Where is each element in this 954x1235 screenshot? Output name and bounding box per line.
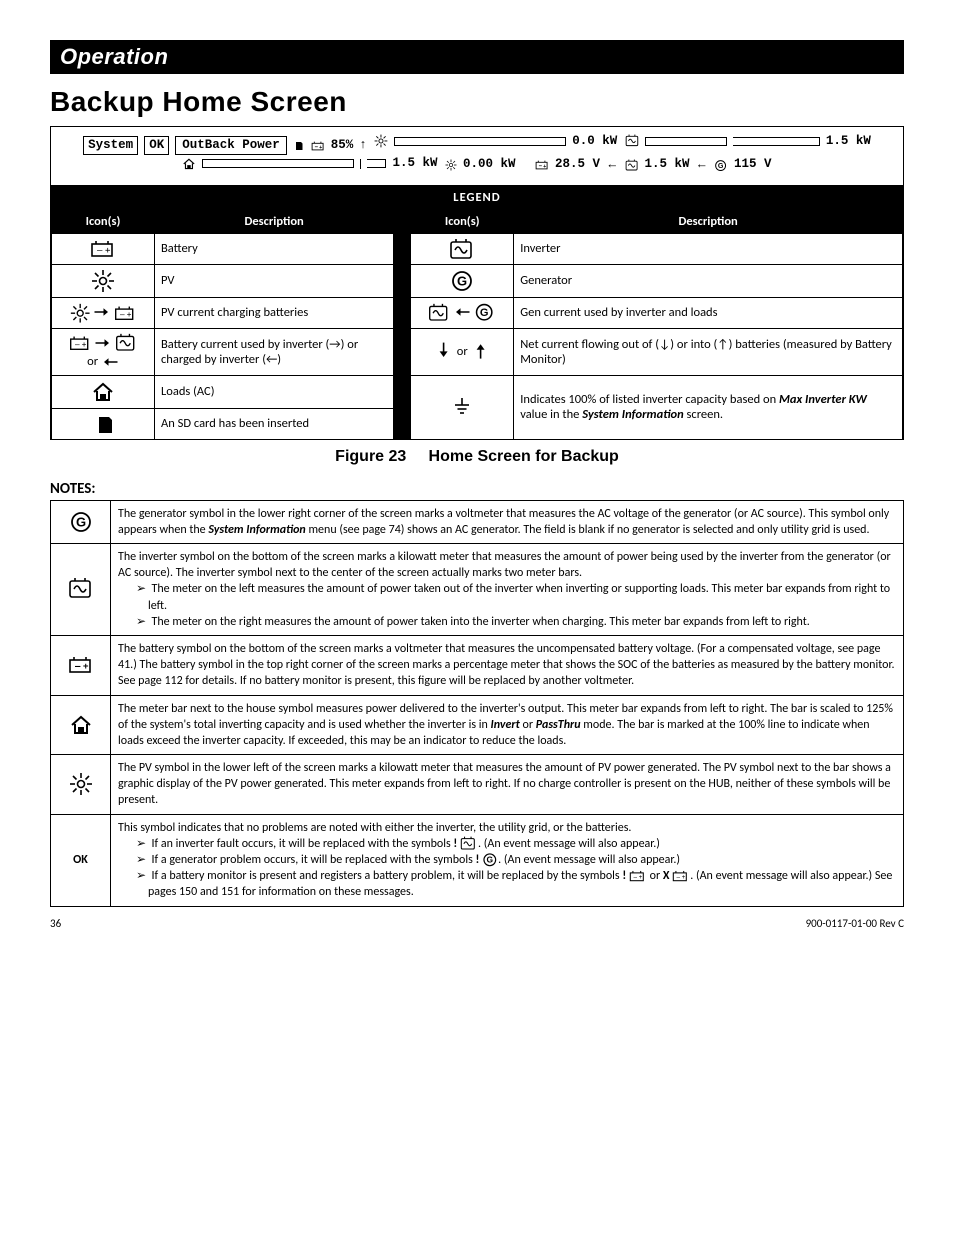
legend-net-cur: Net current flowing out of (↓) or into (…: [514, 328, 903, 375]
legend-title: LEGEND: [52, 185, 903, 209]
lcd-screenshot: System OK OutBack Power 85%↑ 0.0 kW 1.5 …: [51, 133, 903, 177]
lcd-kw2: 1.5 kW: [392, 155, 437, 172]
note-inverter: The inverter symbol on the bottom of the…: [111, 544, 904, 636]
sun-icon: [91, 269, 115, 293]
legend-col-desc: Description: [155, 209, 394, 233]
page-number: 36: [50, 917, 61, 930]
figure-caption: Figure 23 Home Screen for Backup: [50, 448, 904, 466]
figure-frame: System OK OutBack Power 85%↑ 0.0 kW 1.5 …: [50, 126, 904, 440]
house-icon: [182, 157, 196, 171]
legend-sd: An SD card has been inserted: [155, 408, 394, 439]
legend-loads: Loads (AC): [155, 375, 394, 408]
note-battery: The battery symbol on the bottom of the …: [111, 635, 904, 695]
legend-pv: PV: [155, 264, 394, 297]
legend-pv-charge: PV current charging batteries: [155, 297, 394, 328]
generator-icon: [482, 852, 498, 868]
notes-table: The generator symbol in the lower right …: [50, 500, 904, 907]
lcd-genv: 115 V: [734, 156, 772, 173]
legend-col-icon: Icon(s): [411, 209, 514, 233]
sun-icon: [69, 772, 93, 796]
house-icon: [91, 380, 115, 404]
legend-bat-inv: Battery current used by inverter (→) or …: [155, 328, 394, 375]
battery-icon: [535, 159, 549, 171]
lcd-kw1: 1.5 kW: [826, 133, 871, 150]
note-loads: The meter bar next to the house symbol m…: [111, 695, 904, 755]
battery-icon: [629, 869, 647, 883]
inverter-icon: [115, 333, 137, 353]
arrow-right-icon: [93, 303, 111, 323]
arrow-down-icon: [434, 341, 454, 363]
sd-icon: [93, 413, 113, 435]
legend-or: or: [87, 354, 98, 369]
inverter-icon: [428, 303, 450, 323]
lcd-kw0: 0.0 kW: [572, 133, 617, 150]
lcd-soc: 85%: [331, 137, 354, 154]
arrow-up-icon: [471, 341, 491, 363]
inverter-icon: [625, 134, 639, 148]
battery-icon: [672, 869, 690, 883]
sun-icon: [445, 159, 457, 171]
inverter-icon: [460, 836, 478, 851]
arrow-right-icon: [94, 334, 112, 352]
note-ok: This symbol indicates that no problems a…: [111, 814, 904, 906]
generator-icon: [450, 269, 474, 293]
inverter-icon: [625, 159, 639, 171]
lcd-batv: 28.5 V: [555, 156, 600, 173]
generator-icon: [474, 302, 496, 324]
sun-icon: [374, 134, 388, 148]
lcd-ok: OK: [144, 136, 169, 155]
legend-cap100: Indicates 100% of listed inverter capaci…: [514, 375, 903, 439]
arrow-left-icon: [453, 303, 471, 323]
page-title: Backup Home Screen: [50, 86, 904, 118]
inverter-icon: [449, 238, 475, 260]
battery-icon: [90, 238, 116, 260]
house-icon: [69, 713, 93, 737]
legend-col-desc: Description: [514, 209, 903, 233]
note-pv: The PV symbol in the lower left of the s…: [111, 755, 904, 815]
legend-col-icon: Icon(s): [52, 209, 155, 233]
notes-heading: Notes:: [50, 480, 904, 498]
generator-icon: [69, 510, 93, 534]
battery-icon: [114, 304, 136, 322]
ground-icon: [450, 395, 474, 419]
lcd-invkw: 1.5 kW: [645, 156, 690, 173]
battery-icon: [68, 654, 94, 676]
legend-inverter: Inverter: [514, 233, 903, 264]
doc-rev: 900-0117-01-00 Rev C: [806, 917, 904, 930]
lcd-brand: OutBack Power: [175, 136, 287, 155]
note-generator: The generator symbol in the lower right …: [111, 500, 904, 543]
sd-icon: [293, 140, 305, 152]
section-bar: Operation: [50, 40, 904, 74]
legend-gen-inv: Gen current used by inverter and loads: [514, 297, 903, 328]
legend-or: or: [457, 344, 468, 359]
page-footer: 36 900-0117-01-00 Rev C: [50, 917, 904, 930]
ok-label: OK: [51, 814, 111, 906]
lcd-pvkw: 0.00 kW: [463, 156, 516, 173]
inverter-icon: [68, 577, 94, 601]
generator-icon: [714, 159, 728, 171]
sun-icon: [70, 303, 90, 323]
lcd-system: System: [83, 136, 138, 155]
legend-generator: Generator: [514, 264, 903, 297]
battery-icon: [311, 140, 325, 152]
legend-table: LEGEND Icon(s) Description Icon(s) Descr…: [51, 185, 903, 440]
arrow-left-icon: [101, 353, 119, 371]
legend-battery: Battery: [155, 233, 394, 264]
battery-icon: [69, 334, 91, 352]
